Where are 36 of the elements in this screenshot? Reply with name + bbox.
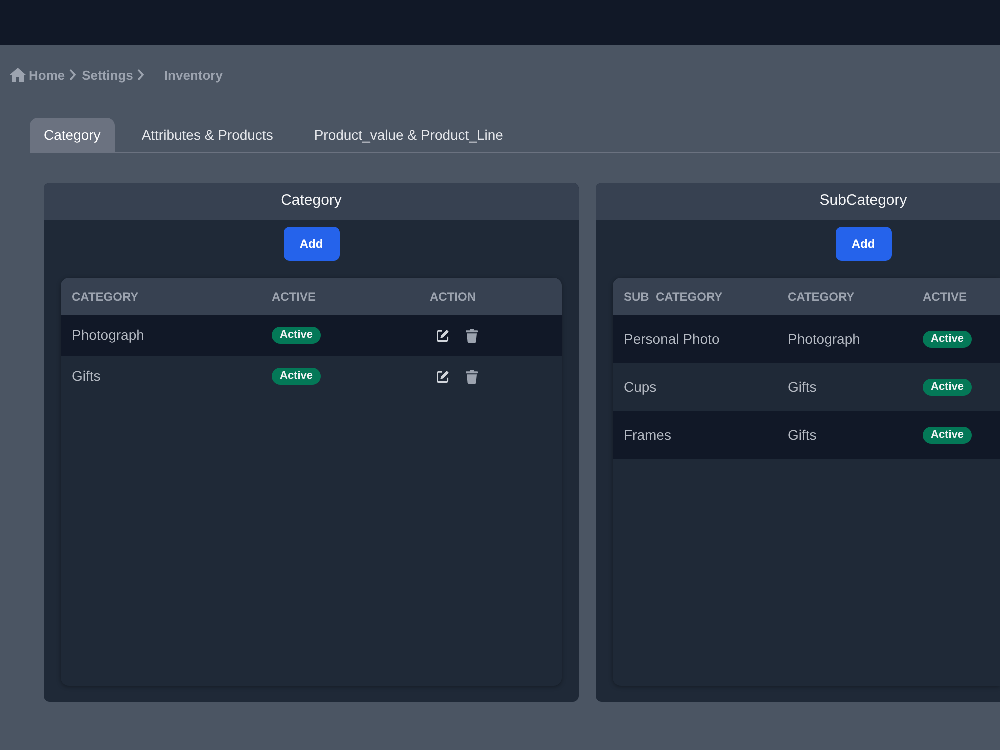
breadcrumb-link[interactable]: Home	[29, 68, 66, 82]
edit-icon[interactable]	[436, 370, 450, 384]
add-button[interactable]: Add	[836, 227, 892, 261]
table-cell-text: Gifts	[788, 378, 817, 396]
edit-icon[interactable]	[436, 328, 450, 342]
column-header: CATEGORY	[788, 290, 855, 304]
status-badge: Active	[272, 368, 322, 385]
table-cell-text: Gifts	[788, 426, 817, 444]
column-header: ACTIVE	[923, 290, 968, 304]
status-badge: Active	[272, 327, 322, 344]
tab[interactable]: Category	[30, 118, 115, 152]
table-cell-text: Photograph	[72, 326, 144, 345]
panel-title: Category	[44, 183, 579, 220]
tab[interactable]: Product_value & Product_Line	[300, 118, 518, 152]
table-cell-text: Gifts	[72, 367, 101, 386]
table-cell-text: Photograph	[788, 330, 860, 349]
table-cell-text: Personal Photo	[624, 330, 720, 348]
chevron-right-icon	[69, 69, 76, 81]
column-header: ACTIVE	[272, 290, 316, 304]
add-button[interactable]: Add	[284, 227, 340, 261]
breadcrumb-link[interactable]: Inventory	[164, 68, 223, 82]
column-header: SUB_CATEGORY	[624, 290, 723, 304]
table-cell-text: Frames	[624, 426, 672, 444]
status-badge: Active	[923, 378, 972, 396]
status-badge: Active	[923, 330, 972, 348]
home-icon[interactable]	[10, 68, 26, 82]
trash-icon[interactable]	[466, 370, 478, 384]
tab[interactable]: Attributes & Products	[128, 118, 288, 152]
panel-title: SubCategory	[596, 183, 1000, 220]
trash-icon[interactable]	[466, 328, 478, 342]
table-cell-text: Cups	[624, 378, 657, 397]
breadcrumb-link[interactable]: Settings	[82, 68, 134, 82]
column-header: ACTION	[430, 290, 476, 304]
column-header: CATEGORY	[72, 290, 139, 304]
status-badge: Active	[923, 426, 972, 444]
chevron-right-icon	[137, 69, 144, 81]
